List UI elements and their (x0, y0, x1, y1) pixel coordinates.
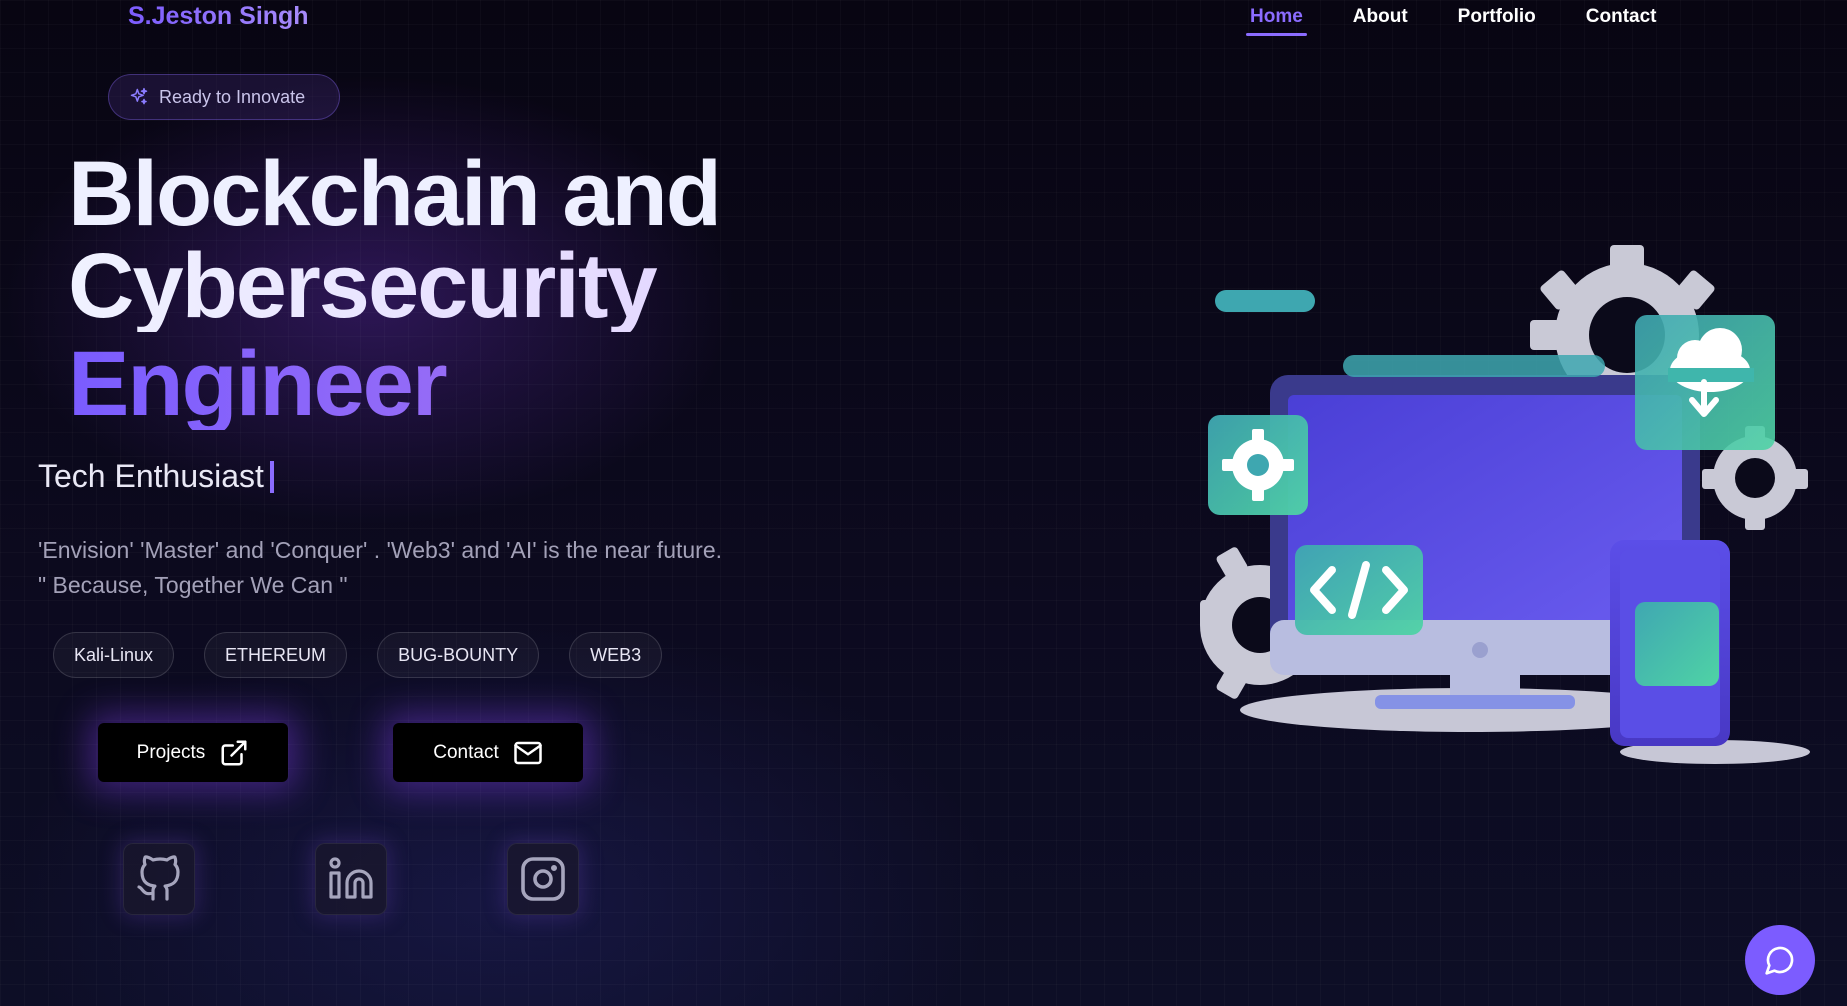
ready-badge: Ready to Innovate (108, 74, 340, 120)
description-line-1: 'Envision' 'Master' and 'Conquer' . 'Web… (38, 537, 723, 563)
tag-ethereum: ETHEREUM (204, 632, 348, 678)
main-nav: Home About Portfolio Contact (1246, 6, 1703, 36)
nav-home[interactable]: Home (1246, 6, 1307, 36)
badge-label: Ready to Innovate (159, 86, 306, 107)
mail-icon (513, 741, 542, 764)
hero-title-line-2: Cybersecurity (68, 240, 720, 332)
tag-kali-linux: Kali-Linux (53, 632, 175, 678)
hero-description: 'Envision' 'Master' and 'Conquer' . 'Web… (38, 533, 798, 603)
instagram-link[interactable] (507, 843, 579, 915)
github-link[interactable] (123, 843, 195, 915)
chat-button[interactable] (1745, 925, 1815, 995)
nav-portfolio[interactable]: Portfolio (1454, 6, 1540, 36)
github-icon (137, 855, 180, 901)
projects-button[interactable]: Projects (98, 723, 288, 782)
sparkles-icon (130, 87, 148, 105)
description-line-2: " Because, Together We Can " (38, 572, 348, 598)
instagram-icon (521, 857, 565, 901)
projects-button-label: Projects (136, 741, 206, 763)
tag-bug-bounty: BUG-BOUNTY (377, 632, 540, 678)
tag-web3: WEB3 (569, 632, 663, 678)
hero-title-line-1: Blockchain and (68, 143, 722, 245)
tech-illustration (1200, 245, 1810, 764)
contact-button-label: Contact (433, 741, 499, 763)
linkedin-link[interactable] (315, 843, 387, 915)
role-text: Tech Enthusiast (38, 458, 264, 494)
message-circle-icon (1765, 946, 1794, 975)
linkedin-icon (329, 857, 373, 899)
contact-button[interactable]: Contact (393, 723, 583, 782)
typing-cursor (269, 460, 274, 493)
skill-tags: Kali-Linux ETHEREUM BUG-BOUNTY WEB3 (53, 632, 663, 678)
nav-contact[interactable]: Contact (1582, 6, 1661, 36)
hero-title-line-3: Engineer (68, 338, 720, 430)
role-typewriter: Tech Enthusiast (38, 458, 274, 495)
external-link-icon (221, 740, 247, 765)
brand-logo[interactable]: S.Jeston Singh (128, 2, 309, 31)
nav-about[interactable]: About (1349, 6, 1412, 36)
hero-title: Blockchain and Cybersecurity Engineer (68, 143, 722, 430)
